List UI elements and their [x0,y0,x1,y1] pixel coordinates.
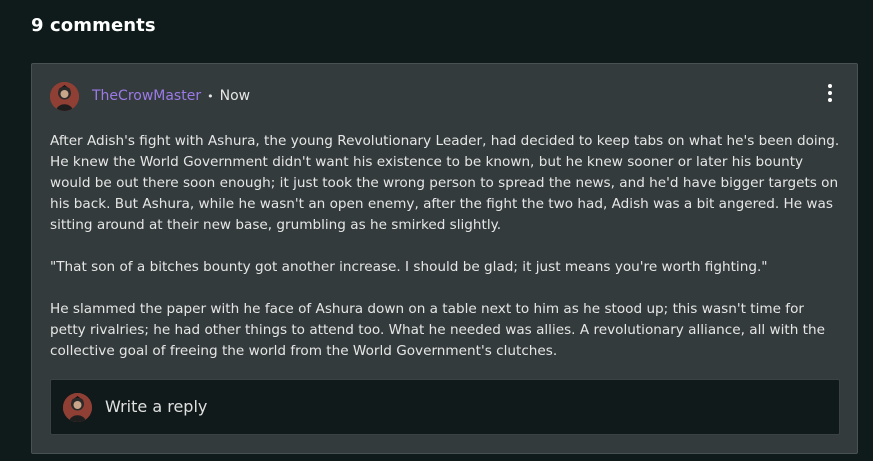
separator-dot: • [207,90,214,103]
reply-placeholder: Write a reply [105,397,208,416]
more-options-button[interactable] [823,82,837,104]
comments-count-heading: 9 comments [31,15,156,36]
comment-paragraph: After Adish's fight with Ashura, the you… [50,133,840,233]
more-vertical-icon [828,84,832,88]
comment-paragraph: "That son of a bitches bounty got anothe… [50,259,768,275]
comment-paragraph: He slammed the paper with he face of Ash… [50,301,825,359]
comment-body: After Adish's fight with Ashura, the you… [50,131,840,383]
author-link[interactable]: TheCrowMaster [92,88,201,104]
comment-header: TheCrowMaster • Now [92,87,250,106]
reply-input[interactable]: Write a reply [50,379,840,435]
comment-card: TheCrowMaster • Now After Adish's fight wi… [31,63,858,454]
comments-section: 9 comments TheCrowMaster • Now After Adish… [0,0,873,461]
avatar [63,393,92,422]
avatar[interactable] [50,82,79,111]
comment-timestamp: Now [219,88,251,104]
